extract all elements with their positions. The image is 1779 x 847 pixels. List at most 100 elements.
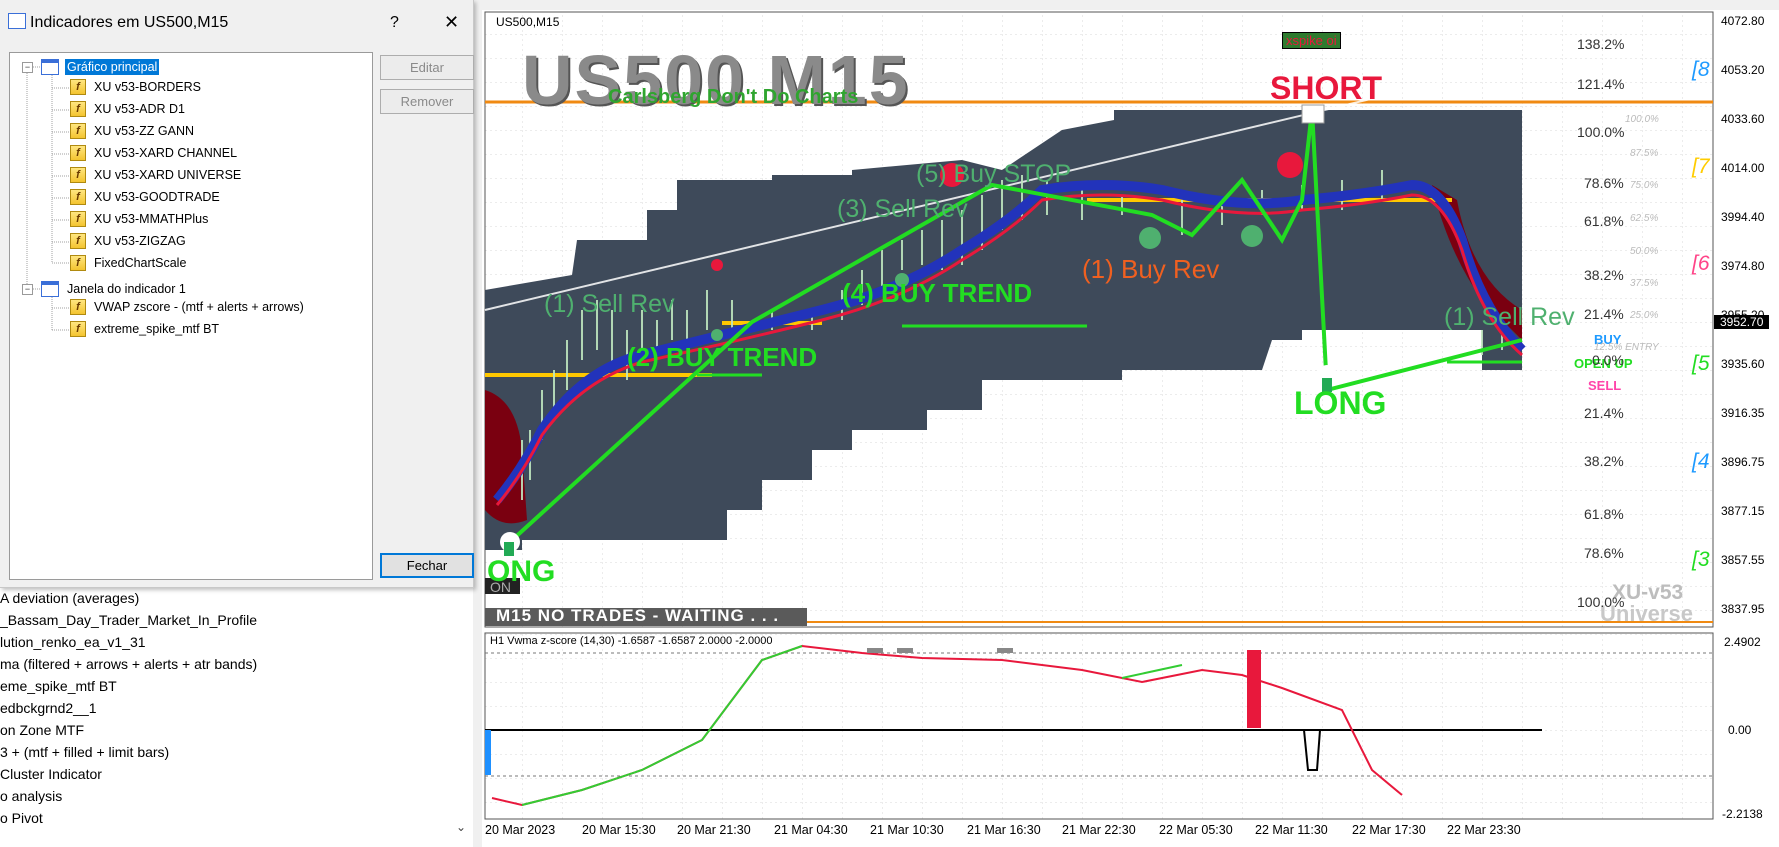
gann-label: [8 — [1692, 58, 1710, 81]
list-item[interactable]: Cluster Indicator — [0, 766, 102, 782]
price-tick: 3974.80 — [1721, 259, 1765, 273]
price-tick: 4033.60 — [1721, 112, 1765, 126]
scroll-down-icon[interactable]: ⌄ — [456, 820, 466, 834]
indicator-scale-tick: -2.2138 — [1722, 807, 1763, 821]
time-tick: 22 Mar 05:30 — [1159, 823, 1233, 837]
list-item[interactable]: o analysis — [0, 788, 62, 804]
sell-rev-3-label: (3) Sell Rev — [837, 195, 968, 223]
help-button[interactable]: ? — [390, 14, 399, 32]
sell-mini-label: SELL — [1588, 378, 1622, 393]
price-tick: 3877.15 — [1721, 504, 1765, 518]
list-item[interactable]: ma (filtered + arrows + alerts + atr ban… — [0, 656, 257, 672]
tree-item-indicator[interactable]: VWAP zscore - (mtf + alerts + arrows) — [94, 300, 304, 314]
long-label-right: LONG — [1294, 385, 1387, 421]
buy-stop-label: (5) Buy STOP — [916, 160, 1072, 188]
list-item[interactable]: eme_spike_mtf BT — [0, 678, 117, 694]
status-bar: M15 NO TRADES - WAITING . . . — [496, 606, 780, 625]
tree-item-indicator[interactable]: FixedChartScale — [94, 256, 186, 270]
fib-small: 87.5% — [1630, 148, 1659, 159]
function-icon: f — [70, 101, 86, 117]
fib-level: 38.2% — [1584, 267, 1624, 283]
fib-level: 21.4% — [1584, 405, 1624, 421]
price-tick: 3916.35 — [1721, 406, 1765, 420]
function-icon: f — [70, 123, 86, 139]
fib-small: 50.0% — [1630, 246, 1659, 257]
indicator-window-icon — [41, 281, 59, 297]
price-tick: 3896.75 — [1721, 455, 1765, 469]
time-tick: 21 Mar 16:30 — [967, 823, 1041, 837]
list-item[interactable]: _Bassam_Day_Trader_Market_In_Profile — [0, 612, 257, 628]
buy-trend-4-label: (4) BUY TREND — [842, 278, 1033, 308]
gann-label: [4 — [1692, 450, 1710, 473]
tree-item-indicator[interactable]: XU v53-XARD CHANNEL — [94, 146, 237, 160]
list-item[interactable]: o Pivot — [0, 810, 43, 826]
tree-item-indicator[interactable]: XU v53-MMATHPlus — [94, 212, 208, 226]
on-label: ON — [490, 579, 511, 595]
spike-box: xspike oi — [1282, 32, 1341, 49]
indicator-scale-tick: 0.00 — [1728, 723, 1752, 737]
tree-item-indicator[interactable]: XU v53-ZZ GANN — [94, 124, 194, 138]
fib-level: 21.4% — [1584, 306, 1624, 322]
close-button[interactable]: Fechar — [380, 553, 474, 578]
gann-label: [7 — [1692, 155, 1710, 178]
tree-item-indicator[interactable]: XU v53-XARD UNIVERSE — [94, 168, 241, 182]
list-item[interactable]: edbckgrnd2__1 — [0, 700, 97, 716]
indicator-header: H1 Vwma z-score (14,30) -1.6587 -1.6587 … — [490, 635, 773, 647]
list-item[interactable]: 3 + (mtf + filled + limit bars) — [0, 744, 169, 760]
list-item[interactable]: A deviation (averages) — [0, 590, 139, 606]
tree-item-indicator[interactable]: XU v53-GOODTRADE — [94, 190, 220, 204]
time-tick: 20 Mar 2023 — [485, 823, 556, 837]
fib-small: 100.0% — [1625, 114, 1659, 125]
function-icon: f — [70, 145, 86, 161]
gann-label: [3 — [1692, 548, 1710, 571]
time-tick: 22 Mar 17:30 — [1352, 823, 1426, 837]
navigator-list[interactable]: A deviation (averages) _Bassam_Day_Trade… — [0, 587, 473, 847]
tree-item-indicator[interactable]: extreme_spike_mtf BT — [94, 322, 219, 336]
price-tick: 3935.60 — [1721, 357, 1765, 371]
function-icon: f — [70, 299, 86, 315]
time-tick: 22 Mar 11:30 — [1255, 823, 1328, 837]
tree-item-sub-window[interactable]: Janela do indicador 1 — [67, 282, 186, 296]
time-tick: 21 Mar 10:30 — [870, 823, 944, 837]
gann-label: [6 — [1692, 252, 1710, 275]
fib-level: 100.0% — [1577, 124, 1625, 140]
function-icon: f — [70, 321, 86, 337]
function-icon: f — [70, 233, 86, 249]
indicator-scale-tick: 2.4902 — [1724, 635, 1761, 649]
symbol-label: US500,M15 — [496, 15, 560, 29]
price-tick: 4053.20 — [1721, 63, 1765, 77]
price-tick: 3857.55 — [1721, 553, 1765, 567]
fib-level: 61.8% — [1584, 506, 1624, 522]
buy-trend-2-label: (2) BUY TREND — [627, 342, 818, 372]
fib-level: 100.0% — [1577, 594, 1625, 610]
fib-level: 0.0% — [1592, 352, 1624, 368]
fib-level: 61.8% — [1584, 213, 1624, 229]
function-icon: f — [70, 211, 86, 227]
tree-item-indicator[interactable]: XU v53-ZIGZAG — [94, 234, 186, 248]
time-tick: 20 Mar 21:30 — [677, 823, 751, 837]
price-tick: 3994.40 — [1721, 210, 1765, 224]
buy-rev-1-label: (1) Buy Rev — [1082, 254, 1220, 284]
edit-button[interactable]: Editar — [380, 55, 474, 80]
remove-button[interactable]: Remover — [380, 89, 474, 114]
indicator-tree[interactable]: − Gráfico principal f XU v53-BORDERS f X… — [9, 52, 373, 580]
fib-level: 78.6% — [1584, 175, 1624, 191]
subtitle: Carlsberg Don't Do Charts — [608, 86, 859, 108]
fib-level: 138.2% — [1577, 36, 1625, 52]
collapse-toggle[interactable]: − — [22, 62, 33, 73]
tree-item-indicator[interactable]: XU v53-BORDERS — [94, 80, 201, 94]
fib-small: 37.5% — [1630, 278, 1659, 289]
tree-item-indicator[interactable]: XU v53-ADR D1 — [94, 102, 185, 116]
dialog-title: Indicadores em US500,M15 — [30, 14, 229, 31]
list-item[interactable]: on Zone MTF — [0, 722, 84, 738]
chart-area[interactable]: US500,M15 US500 M15 Carlsberg Don't Do C… — [482, 10, 1779, 847]
time-tick: 21 Mar 04:30 — [774, 823, 848, 837]
function-icon: f — [70, 189, 86, 205]
fib-small: 75.0% — [1630, 180, 1659, 191]
function-icon: f — [70, 255, 86, 271]
tree-item-main-window[interactable]: Gráfico principal — [65, 59, 160, 75]
close-icon[interactable]: ✕ — [444, 12, 459, 33]
list-item[interactable]: lution_renko_ea_v1_31 — [0, 634, 146, 650]
collapse-toggle[interactable]: − — [22, 284, 33, 295]
price-tick: 4072.80 — [1721, 14, 1765, 28]
